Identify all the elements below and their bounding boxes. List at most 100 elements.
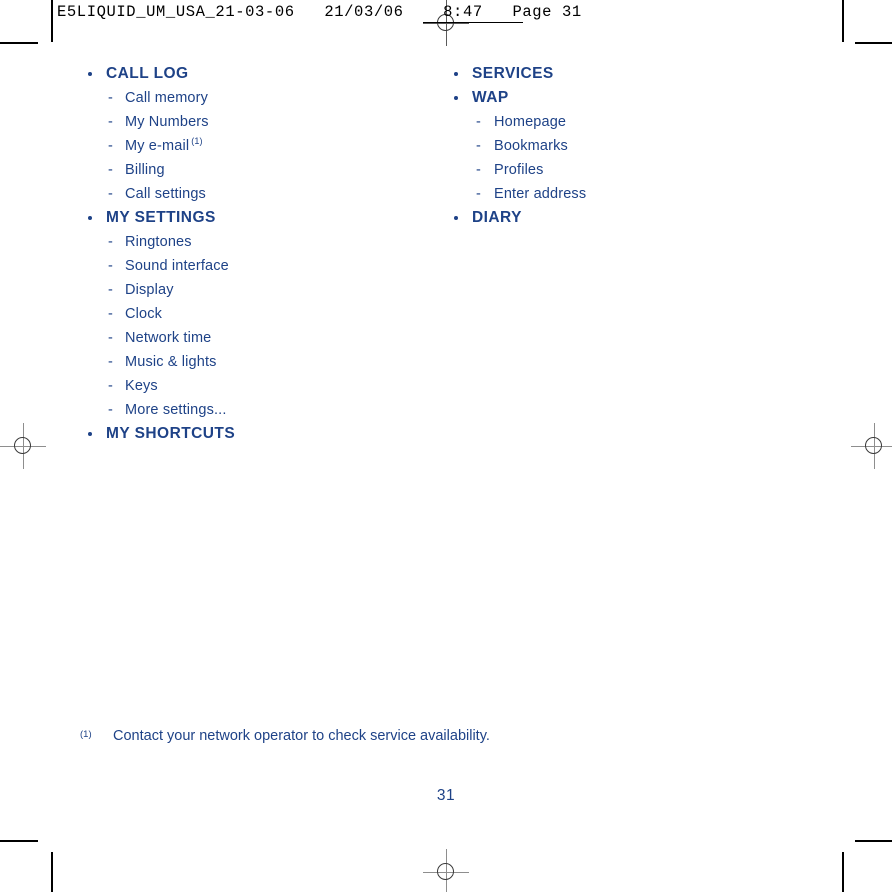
page-number: 31 (436, 787, 456, 804)
menu-heading-call-log[interactable]: CALL LOG (80, 62, 420, 86)
menu-item-label: Call memory (125, 90, 209, 106)
bullet-icon (454, 96, 458, 100)
menu-item-label: My e-mail (125, 138, 190, 154)
menu-heading-my-shortcuts[interactable]: MY SHORTCUTS (80, 422, 420, 446)
menu-sub-list: - Ringtones - Sound interface - Display (80, 230, 420, 422)
crop-mark-top-right-horizontal (855, 42, 892, 44)
menu-sub-list: - Homepage - Bookmarks - Profiles - Ente… (446, 110, 786, 206)
menu-item-label: Homepage (494, 114, 567, 130)
registration-ring (437, 863, 454, 880)
menu-item-more-settings[interactable]: - More settings... (80, 398, 420, 422)
dash-icon: - (108, 138, 113, 154)
dash-icon: - (108, 186, 113, 202)
dash-icon: - (108, 258, 113, 274)
registration-mark-left-middle (0, 423, 46, 469)
menu-heading-label: MY SETTINGS (106, 209, 216, 226)
dash-icon: - (108, 234, 113, 250)
menu-item-call-settings[interactable]: - Call settings (80, 182, 420, 206)
dash-icon: - (108, 378, 113, 394)
menu-item-my-email[interactable]: - My e-mail (1) (80, 134, 420, 158)
crop-mark-top-left-vertical (51, 0, 53, 42)
menu-column-left: CALL LOG - Call memory - My Numbers - My… (80, 62, 420, 446)
menu-item-label: Sound interface (125, 258, 229, 274)
menu-heading-label: WAP (472, 89, 509, 106)
menu-heading-wap[interactable]: WAP (446, 86, 786, 110)
menu-heading-services[interactable]: SERVICES (446, 62, 786, 86)
menu-heading-diary[interactable]: DIARY (446, 206, 786, 230)
dash-icon: - (108, 354, 113, 370)
menu-item-label: My Numbers (125, 114, 209, 130)
dash-icon: - (108, 162, 113, 178)
registration-ring (14, 437, 31, 454)
menu-item-label: Clock (125, 306, 163, 322)
crop-mark-bottom-right-vertical (842, 852, 844, 892)
menu-heading-label: CALL LOG (106, 65, 189, 82)
bullet-icon (454, 216, 458, 220)
menu-group-list: SERVICES WAP - Homepage - Bookmarks - Pr… (446, 62, 786, 230)
bullet-icon (88, 72, 92, 76)
menu-item-enter-address[interactable]: - Enter address (446, 182, 786, 206)
menu-item-homepage[interactable]: - Homepage (446, 110, 786, 134)
registration-mark-bottom-center (423, 849, 469, 892)
dash-icon: - (108, 114, 113, 130)
footnote-marker: (1) (80, 729, 92, 740)
menu-column-right: SERVICES WAP - Homepage - Bookmarks - Pr… (446, 62, 786, 230)
dash-icon: - (108, 282, 113, 298)
menu-item-label: Profiles (494, 162, 544, 178)
dash-icon: - (108, 306, 113, 322)
registration-ring (865, 437, 882, 454)
menu-subgroup-wap: - Homepage - Bookmarks - Profiles - Ente… (446, 110, 786, 206)
document-page: E5LIQUID_UM_USA_21-03-06 21/03/06 8:47 P… (0, 0, 892, 892)
dash-icon: - (476, 114, 481, 130)
crop-mark-top-left-horizontal (0, 42, 38, 44)
menu-subgroup-my-settings: - Ringtones - Sound interface - Display (80, 230, 420, 422)
menu-heading-label: MY SHORTCUTS (106, 425, 236, 442)
bullet-icon (88, 216, 92, 220)
menu-heading-label: DIARY (472, 209, 522, 226)
menu-item-label: Bookmarks (494, 138, 568, 154)
menu-heading-label: SERVICES (472, 65, 554, 82)
menu-item-label: Music & lights (125, 354, 217, 370)
crop-mark-bottom-right-horizontal (855, 840, 892, 842)
menu-group-list: CALL LOG - Call memory - My Numbers - My… (80, 62, 420, 446)
menu-item-label: Display (125, 282, 174, 298)
footnote-text: Contact your network operator to check s… (113, 728, 490, 744)
dash-icon: - (108, 90, 113, 106)
menu-item-keys[interactable]: - Keys (80, 374, 420, 398)
menu-item-label: Ringtones (125, 234, 192, 250)
menu-item-network-time[interactable]: - Network time (80, 326, 420, 350)
menu-item-label: Enter address (494, 186, 587, 202)
menu-item-clock[interactable]: - Clock (80, 302, 420, 326)
slug-underline-rule (423, 22, 523, 24)
menu-subgroup-call-log: - Call memory - My Numbers - My e-mail (1… (80, 86, 420, 206)
menu-item-call-memory[interactable]: - Call memory (80, 86, 420, 110)
menu-item-label: Network time (125, 330, 212, 346)
dash-icon: - (476, 186, 481, 202)
menu-sub-list: - Call memory - My Numbers - My e-mail (1… (80, 86, 420, 206)
dash-icon: - (108, 402, 113, 418)
menu-item-display[interactable]: - Display (80, 278, 420, 302)
dash-icon: - (108, 330, 113, 346)
menu-item-label: Call settings (125, 186, 206, 202)
menu-item-label: More settings... (125, 402, 227, 418)
menu-item-label: Billing (125, 162, 165, 178)
menu-item-profiles[interactable]: - Profiles (446, 158, 786, 182)
menu-item-my-numbers[interactable]: - My Numbers (80, 110, 420, 134)
bullet-icon (88, 432, 92, 436)
crop-mark-top-right-vertical (842, 0, 844, 42)
crop-mark-bottom-left-horizontal (0, 840, 38, 842)
dash-icon: - (476, 162, 481, 178)
dash-icon: - (476, 138, 481, 154)
menu-item-billing[interactable]: - Billing (80, 158, 420, 182)
footnote-reference: (1) (191, 136, 203, 147)
menu-item-ringtones[interactable]: - Ringtones (80, 230, 420, 254)
crop-mark-bottom-left-vertical (51, 852, 53, 892)
menu-heading-my-settings[interactable]: MY SETTINGS (80, 206, 420, 230)
print-slug-line: E5LIQUID_UM_USA_21-03-06 21/03/06 8:47 P… (57, 3, 582, 21)
menu-item-bookmarks[interactable]: - Bookmarks (446, 134, 786, 158)
menu-item-label: Keys (125, 378, 158, 394)
footnote: (1) Contact your network operator to che… (80, 726, 780, 746)
menu-item-sound-interface[interactable]: - Sound interface (80, 254, 420, 278)
menu-item-music-and-lights[interactable]: - Music & lights (80, 350, 420, 374)
bullet-icon (454, 72, 458, 76)
